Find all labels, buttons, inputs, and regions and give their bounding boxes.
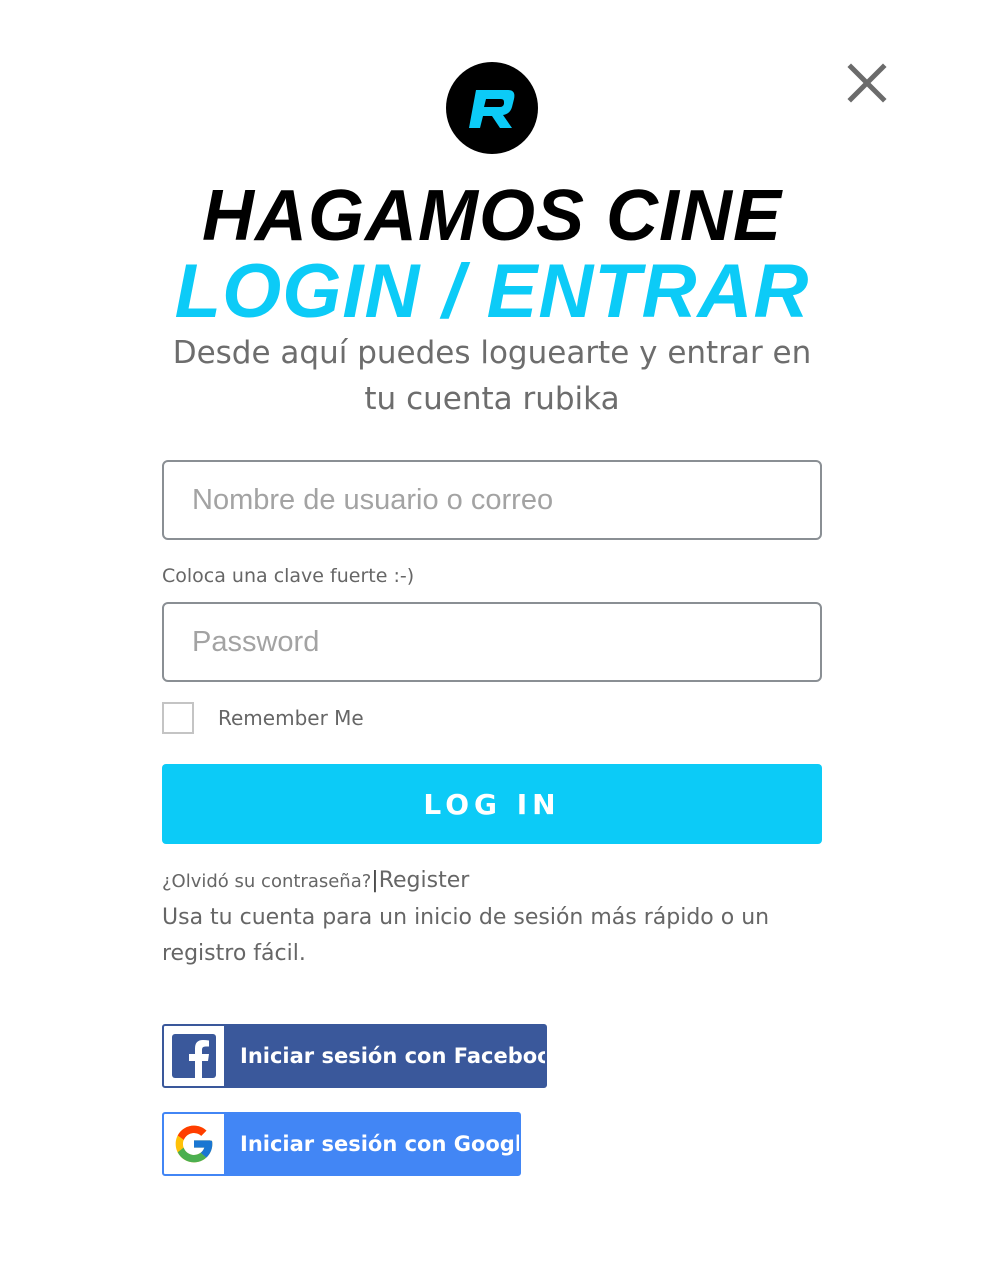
facebook-login-button[interactable]: Iniciar sesión con Facebook	[162, 1024, 547, 1088]
remember-me-checkbox[interactable]	[162, 702, 194, 734]
google-login-label: Iniciar sesión con Google	[240, 1132, 521, 1156]
username-input[interactable]	[162, 460, 822, 540]
forgot-password-link[interactable]: ¿Olvidó su contraseña?	[162, 871, 371, 892]
subtitle: Desde aquí puedes loguearte y entrar en …	[172, 335, 812, 417]
facebook-login-label: Iniciar sesión con Facebook	[240, 1044, 547, 1068]
google-icon-box	[164, 1114, 224, 1174]
password-hint: Coloca una clave fuerte :-)	[162, 565, 415, 587]
facebook-icon	[172, 1034, 216, 1078]
password-input[interactable]	[162, 602, 822, 682]
google-icon	[175, 1125, 213, 1163]
facebook-icon-box	[164, 1026, 224, 1086]
register-link[interactable]: Register	[379, 868, 470, 893]
link-separator: |	[371, 868, 379, 893]
login-heading: LOGIN / ENTRAR	[174, 249, 810, 334]
login-modal: HAGAMOS CINE LOGIN / ENTRAR Desde aquí p…	[0, 0, 984, 1270]
login-button[interactable]: LOG IN	[162, 764, 822, 844]
google-login-button[interactable]: Iniciar sesión con Google	[162, 1112, 521, 1176]
remember-me-label[interactable]: Remember Me	[218, 706, 364, 730]
close-icon	[847, 63, 887, 103]
social-login-note: Usa tu cuenta para un inicio de sesión m…	[162, 905, 770, 966]
rubika-r-logo-icon	[469, 90, 515, 128]
rubika-logo	[446, 62, 538, 154]
page-title: HAGAMOS CINE	[201, 176, 783, 256]
close-button[interactable]	[846, 62, 888, 104]
auth-links: ¿Olvidó su contraseña?|Register	[162, 868, 469, 893]
